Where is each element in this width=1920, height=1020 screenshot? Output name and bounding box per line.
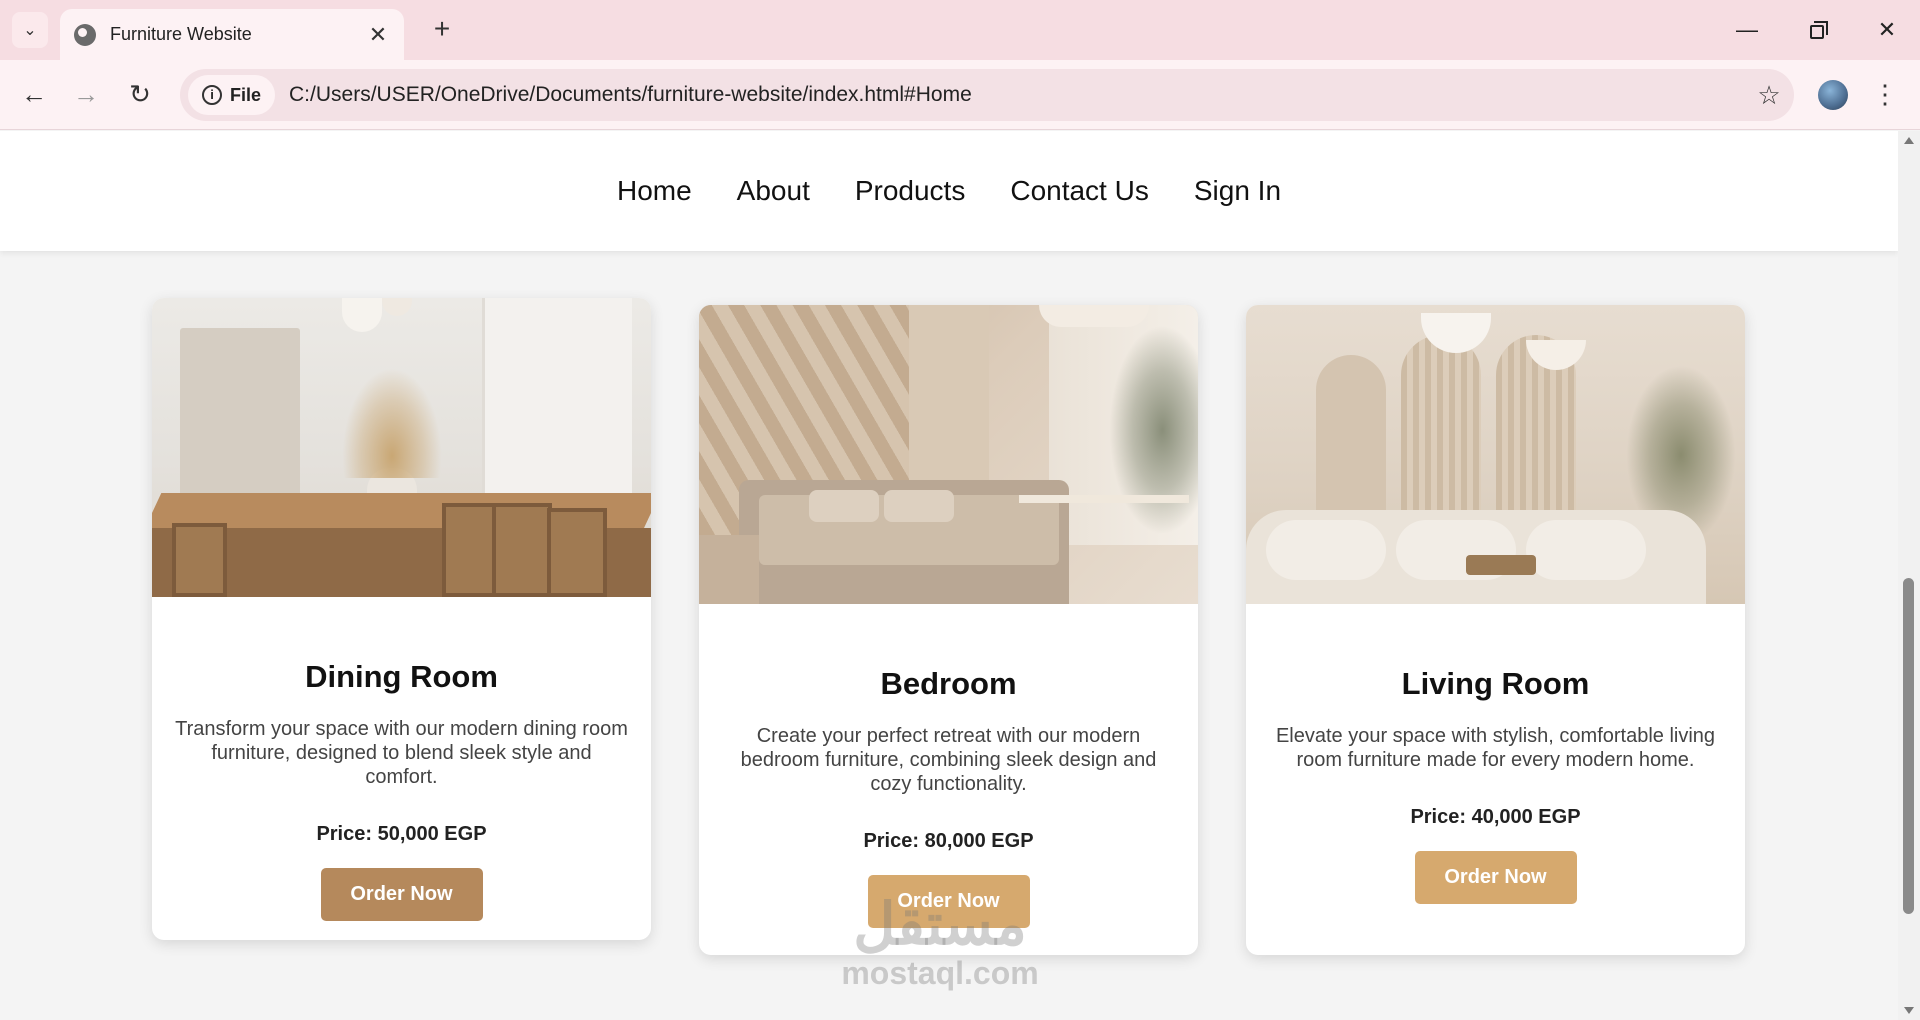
living-room-photo (1246, 305, 1745, 604)
browser-toolbar: ← → ↻ i File C:/Users/USER/OneDrive/Docu… (0, 60, 1920, 130)
browser-tab-strip: ⌄ Furniture Website ✕ + — ✕ (0, 0, 1920, 60)
card-description: Transform your space with our modern din… (175, 718, 628, 788)
scroll-down-arrow-icon[interactable] (1904, 1007, 1914, 1014)
bedroom-photo (699, 305, 1198, 604)
minimize-button[interactable]: — (1722, 10, 1772, 50)
card-title: Living Room (1401, 666, 1590, 701)
forward-button[interactable]: → (66, 74, 106, 114)
restore-icon (1810, 21, 1828, 39)
reload-button[interactable]: ↻ (120, 74, 160, 114)
card-price: Price: 40,000 EGP (1410, 806, 1581, 828)
nav-link-contact[interactable]: Contact Us (1010, 175, 1149, 207)
tab-title: Furniture Website (110, 24, 252, 44)
site-info-chip[interactable]: i File (188, 75, 276, 115)
url-text[interactable]: C:/Users/USER/OneDrive/Documents/furnitu… (289, 83, 1744, 107)
browser-tab[interactable]: Furniture Website ✕ (60, 9, 404, 60)
card-description: Elevate your space with stylish, comfort… (1275, 725, 1716, 771)
card-price: Price: 50,000 EGP (316, 823, 487, 845)
info-icon: i (202, 85, 222, 105)
card-description: Create your perfect retreat with our mod… (740, 725, 1157, 795)
product-card-dining-room: Dining Room Transform your space with ou… (152, 298, 651, 940)
nav-link-about[interactable]: About (737, 175, 810, 207)
address-bar[interactable]: i File C:/Users/USER/OneDrive/Documents/… (180, 69, 1794, 121)
back-button[interactable]: ← (14, 74, 54, 114)
dining-room-photo (152, 298, 651, 597)
order-now-button[interactable]: Order Now (1414, 851, 1577, 904)
page-scrollbar[interactable] (1898, 131, 1920, 1020)
card-title: Dining Room (305, 659, 498, 694)
close-tab-icon[interactable]: ✕ (366, 22, 390, 48)
card-price: Price: 80,000 EGP (863, 830, 1034, 852)
nav-link-home[interactable]: Home (617, 175, 692, 207)
nav-link-sign-in[interactable]: Sign In (1194, 175, 1281, 207)
window-close-button[interactable]: ✕ (1862, 10, 1912, 50)
site-navbar: Home About Products Contact Us Sign In (0, 131, 1898, 251)
product-card-bedroom: Bedroom Create your perfect retreat with… (699, 305, 1198, 955)
product-card-living-room: Living Room Elevate your space with styl… (1246, 305, 1745, 955)
nav-link-products[interactable]: Products (855, 175, 966, 207)
restore-button[interactable] (1792, 10, 1842, 50)
bookmark-star-icon[interactable]: ☆ (1744, 80, 1794, 111)
browser-menu-button[interactable]: ⋮ (1870, 74, 1900, 114)
profile-avatar[interactable] (1818, 80, 1848, 110)
order-now-button[interactable]: Order Now (320, 868, 483, 921)
tab-search-button[interactable]: ⌄ (12, 12, 48, 48)
chevron-down-icon: ⌄ (23, 22, 37, 39)
new-tab-button[interactable]: + (424, 12, 460, 48)
scrollbar-thumb[interactable] (1903, 578, 1914, 914)
globe-icon (74, 23, 96, 46)
scroll-up-arrow-icon[interactable] (1904, 137, 1914, 144)
card-title: Bedroom (880, 666, 1017, 701)
site-info-label: File (230, 84, 262, 105)
page-viewport: Home About Products Contact Us Sign In D… (0, 131, 1898, 1020)
order-now-button[interactable]: Order Now (867, 875, 1030, 928)
